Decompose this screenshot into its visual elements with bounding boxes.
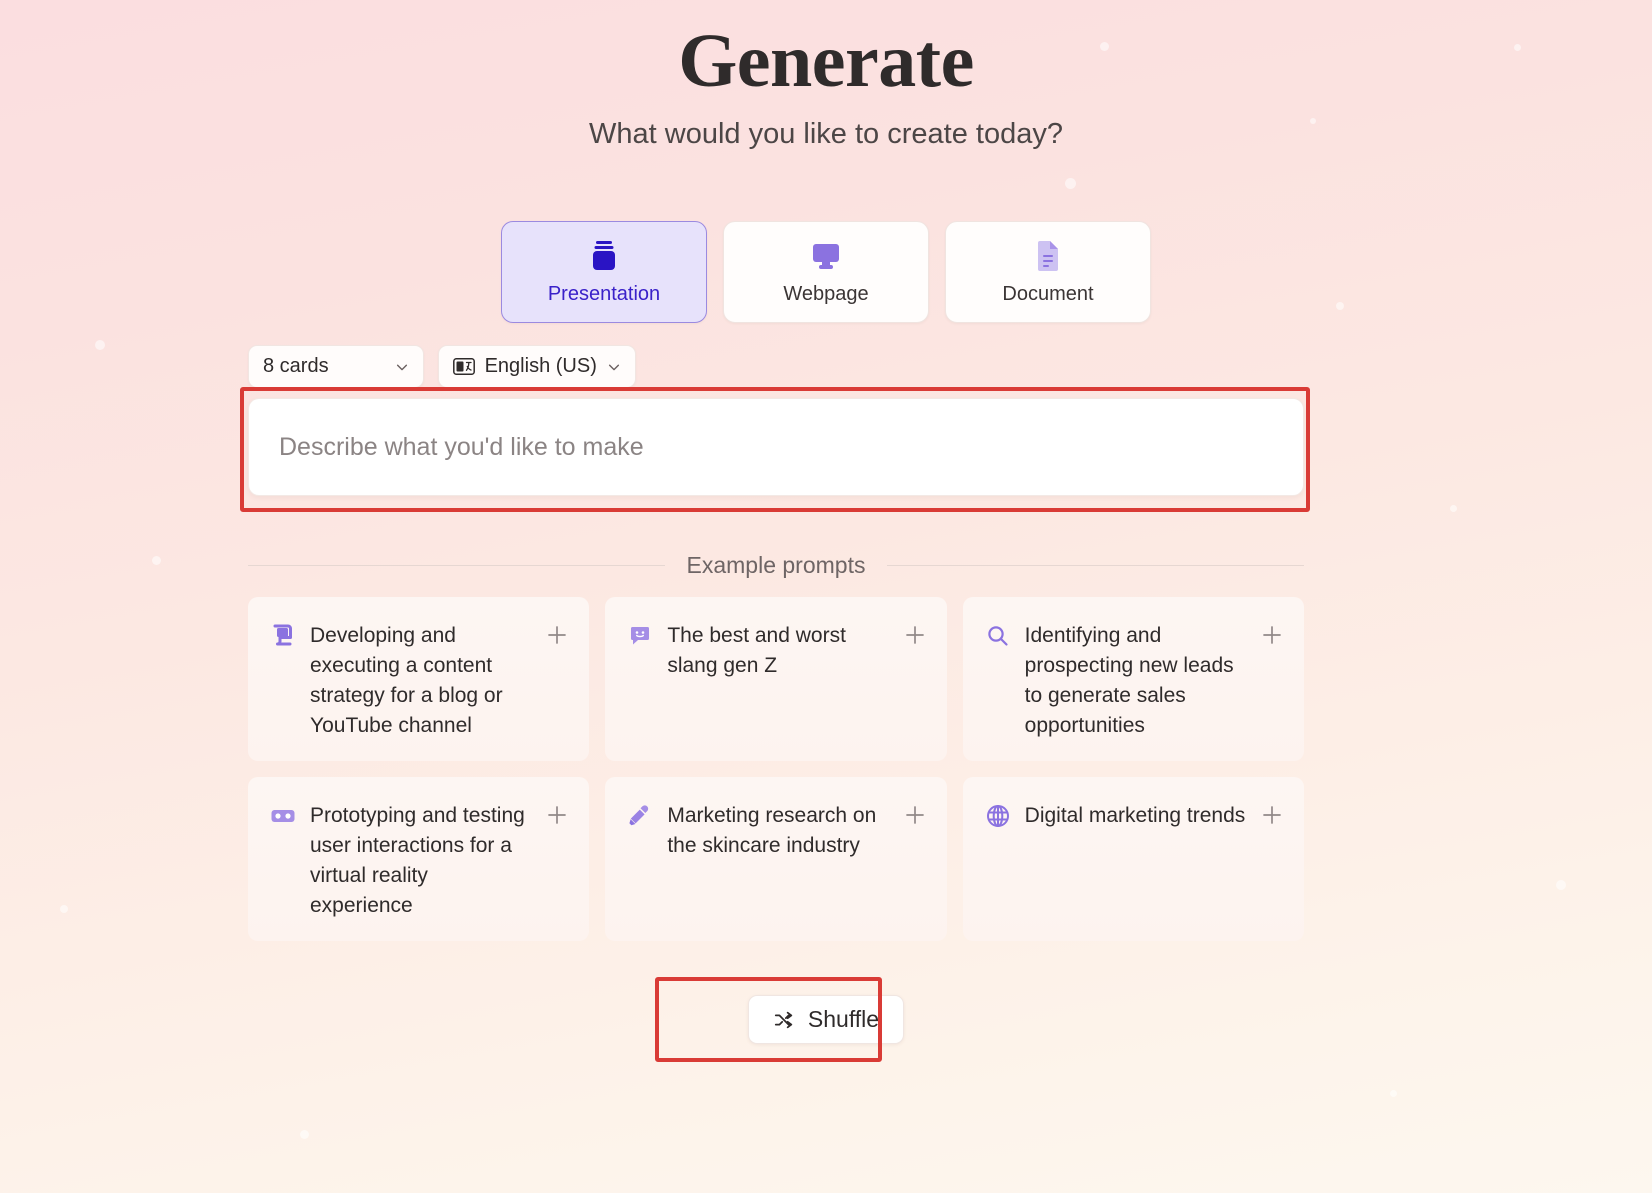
- example-prompt-text: Prototyping and testing user interaction…: [310, 804, 525, 917]
- plus-icon[interactable]: [1260, 803, 1284, 827]
- plus-icon[interactable]: [545, 803, 569, 827]
- type-card-label: Presentation: [547, 282, 661, 305]
- bokeh-dot: [152, 556, 161, 565]
- example-prompts-divider: Example prompts: [248, 552, 1304, 579]
- example-prompt-text: Marketing research on the skincare indus…: [667, 804, 877, 857]
- example-prompt-card[interactable]: Prototyping and testing user interaction…: [248, 777, 590, 941]
- plus-icon[interactable]: [903, 803, 927, 827]
- type-card-document[interactable]: Document: [945, 221, 1151, 323]
- options-bar: 8 cards English (US): [248, 345, 636, 388]
- chevron-down-icon: [396, 364, 407, 370]
- prompt-input[interactable]: Describe what you'd like to make: [248, 398, 1304, 496]
- example-prompt-text: Digital marketing trends: [1024, 804, 1246, 827]
- bokeh-dot: [1450, 505, 1457, 512]
- shuffle-button[interactable]: Shuffle: [747, 995, 905, 1044]
- type-card-label: Webpage: [783, 282, 869, 305]
- generate-page: Generate What would you like to create t…: [0, 0, 1652, 1193]
- prompt-placeholder: Describe what you'd like to make: [279, 432, 644, 461]
- divider-line-right: [887, 565, 1304, 566]
- divider-label: Example prompts: [686, 552, 866, 578]
- language-icon: [452, 358, 475, 375]
- smiley-chat-icon: [627, 623, 653, 649]
- search-icon: [985, 623, 1011, 649]
- document-icon: [1035, 239, 1061, 273]
- plus-icon[interactable]: [903, 623, 927, 647]
- vr-headset-icon: [270, 803, 296, 829]
- bokeh-dot: [1556, 880, 1566, 890]
- bokeh-dot: [1065, 178, 1076, 189]
- chevron-down-icon: [608, 364, 619, 370]
- language-dropdown[interactable]: English (US): [437, 345, 636, 388]
- page-title: Generate: [678, 19, 974, 103]
- example-prompt-text: Developing and executing a content strat…: [310, 624, 503, 737]
- type-card-label: Document: [1002, 282, 1094, 305]
- card-count-value: 8 cards: [263, 355, 329, 377]
- shuffle-row: Shuffle: [0, 995, 1652, 1044]
- shuffle-label: Shuffle: [807, 1006, 880, 1032]
- type-card-webpage[interactable]: Webpage: [723, 221, 929, 323]
- monitor-icon: [810, 239, 842, 273]
- divider-line-left: [248, 565, 665, 566]
- plus-icon[interactable]: [545, 623, 569, 647]
- bokeh-dot: [60, 905, 68, 913]
- scroll-icon: [270, 623, 296, 649]
- globe-icon: [985, 803, 1011, 829]
- example-prompts-grid: Developing and executing a content strat…: [248, 597, 1304, 941]
- page-subtitle: What would you like to create today?: [589, 118, 1063, 150]
- type-card-presentation[interactable]: Presentation: [501, 221, 707, 323]
- card-count-dropdown[interactable]: 8 cards: [248, 345, 424, 388]
- slides-stack-icon: [589, 239, 619, 273]
- type-selector: Presentation Webpage Document: [0, 221, 1652, 323]
- example-prompt-card[interactable]: Developing and executing a content strat…: [248, 597, 590, 761]
- language-value: English (US): [484, 355, 597, 377]
- example-prompt-card[interactable]: Identifying and prospecting new leads to…: [962, 597, 1304, 761]
- example-prompt-text: The best and worst slang gen Z: [667, 624, 846, 677]
- example-prompt-text: Identifying and prospecting new leads to…: [1024, 624, 1234, 737]
- bokeh-dot: [1390, 1090, 1397, 1097]
- plus-icon[interactable]: [1260, 623, 1284, 647]
- example-prompt-card[interactable]: Marketing research on the skincare indus…: [605, 777, 947, 941]
- example-prompt-card[interactable]: Digital marketing trends: [962, 777, 1304, 941]
- bokeh-dot: [95, 340, 105, 350]
- example-prompt-card[interactable]: The best and worst slang gen Z: [605, 597, 947, 761]
- shuffle-icon: [774, 1011, 793, 1028]
- eyedropper-icon: [627, 803, 653, 829]
- bokeh-dot: [300, 1130, 309, 1139]
